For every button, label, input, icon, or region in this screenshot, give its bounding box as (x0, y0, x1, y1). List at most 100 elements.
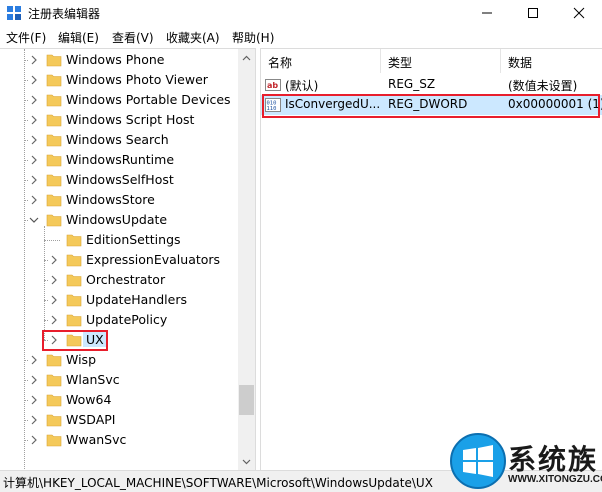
chevron-right-icon[interactable] (48, 254, 60, 266)
tree-item-wsdapi[interactable]: WSDAPI (0, 410, 238, 430)
watermark-brand: 系统族 (508, 443, 599, 476)
key-tree[interactable]: Windows Phone Windows Photo Viewer Windows… (0, 48, 256, 470)
chevron-right-icon[interactable] (28, 434, 40, 446)
tree-item-label: Windows Script Host (66, 112, 195, 127)
tree-item-windows-search[interactable]: Windows Search (0, 130, 238, 150)
folder-icon (46, 192, 62, 208)
chevron-down-icon[interactable] (28, 214, 40, 226)
tree-item-expressionevaluators[interactable]: ExpressionEvaluators (0, 250, 238, 270)
highlight-box-value (262, 94, 600, 118)
tree-item-label: UpdateHandlers (86, 292, 188, 307)
close-button[interactable] (556, 0, 602, 26)
tree-item-label: Wisp (66, 352, 97, 367)
tree-item-windows-phone[interactable]: Windows Phone (0, 50, 238, 70)
tree-item-updatehandlers[interactable]: UpdateHandlers (0, 290, 238, 310)
menu-edit[interactable]: 编辑(E) (58, 29, 99, 46)
menu-favorites[interactable]: 收藏夹(A) (166, 29, 220, 46)
chevron-right-icon[interactable] (28, 354, 40, 366)
scroll-down-icon[interactable] (242, 459, 251, 465)
chevron-right-icon[interactable] (28, 414, 40, 426)
tree-item-label: Windows Photo Viewer (66, 72, 208, 87)
folder-icon (46, 432, 62, 448)
folder-icon (46, 72, 62, 88)
scrollbar-thumb[interactable] (239, 385, 254, 415)
tree-item-wisp[interactable]: Wisp (0, 350, 238, 370)
tree-item-label: WindowsUpdate (66, 212, 168, 227)
chevron-right-icon[interactable] (48, 274, 60, 286)
chevron-right-icon[interactable] (28, 174, 40, 186)
window-title: 注册表编辑器 (28, 7, 101, 21)
string-value-icon: ab (265, 79, 281, 91)
tree-item-windowsstore[interactable]: WindowsStore (0, 190, 238, 210)
chevron-right-icon[interactable] (28, 94, 40, 106)
windows-logo-icon (450, 433, 506, 489)
tree-item-label: EditionSettings (86, 232, 181, 247)
tree-item-label: WwanSvc (66, 432, 127, 447)
chevron-right-icon[interactable] (28, 394, 40, 406)
maximize-icon (528, 8, 538, 18)
folder-icon (46, 112, 62, 128)
title-bar: 注册表编辑器 (0, 0, 602, 26)
maximize-button[interactable] (510, 0, 556, 26)
tree-item-label: Windows Search (66, 132, 169, 147)
tree-item-label: WindowsStore (66, 192, 155, 207)
tree-item-orchestrator[interactable]: Orchestrator (0, 270, 238, 290)
tree-item-windowsruntime[interactable]: WindowsRuntime (0, 150, 238, 170)
chevron-right-icon[interactable] (28, 54, 40, 66)
menu-file[interactable]: 文件(F) (6, 29, 46, 46)
chevron-right-icon[interactable] (48, 294, 60, 306)
tree-item-label: Windows Portable Devices (66, 92, 231, 107)
folder-icon (66, 312, 82, 328)
watermark-url: WWW.XITONGZU.COM (508, 474, 602, 485)
tree-item-wow64[interactable]: Wow64 (0, 390, 238, 410)
tree-scrollbar[interactable] (238, 49, 255, 470)
minimize-button[interactable] (464, 0, 510, 26)
column-name[interactable]: 名称 (261, 49, 381, 73)
tree-item-label: Windows Phone (66, 52, 165, 67)
tree-item-updatepolicy[interactable]: UpdatePolicy (0, 310, 238, 330)
minimize-icon (482, 12, 492, 14)
folder-icon (46, 172, 62, 188)
close-icon (573, 7, 585, 19)
tree-item-label: WindowsRuntime (66, 152, 175, 167)
folder-icon (66, 252, 82, 268)
tree-item-label: WSDAPI (66, 412, 116, 427)
tree-item-label: Wow64 (66, 392, 112, 407)
folder-icon (46, 132, 62, 148)
key-path: 计算机\HKEY_LOCAL_MACHINE\SOFTWARE\Microsof… (3, 476, 433, 490)
tree-item-editionsettings[interactable]: EditionSettings (0, 230, 238, 250)
chevron-right-icon[interactable] (28, 154, 40, 166)
chevron-right-icon[interactable] (28, 134, 40, 146)
chevron-right-icon[interactable] (48, 314, 60, 326)
tree-item-ux[interactable]: UX (0, 330, 238, 350)
folder-icon (66, 292, 82, 308)
chevron-right-icon[interactable] (28, 194, 40, 206)
menu-view[interactable]: 查看(V) (112, 29, 154, 46)
tree-item-windows-script-host[interactable]: Windows Script Host (0, 110, 238, 130)
tree-item-windows-photo-viewer[interactable]: Windows Photo Viewer (0, 70, 238, 90)
tree-item-wwansvc[interactable]: WwanSvc (0, 430, 238, 450)
watermark: 系统族 WWW.XITONGZU.COM (448, 430, 602, 492)
chevron-right-icon[interactable] (28, 74, 40, 86)
tree-item-wlansvc[interactable]: WlanSvc (0, 370, 238, 390)
tree-item-windowsupdate[interactable]: WindowsUpdate (0, 210, 238, 230)
folder-icon (46, 152, 62, 168)
folder-icon (46, 52, 62, 68)
value-name: (默认) (285, 79, 319, 93)
scroll-up-icon[interactable] (242, 55, 251, 61)
column-data[interactable]: 数据 (501, 49, 602, 73)
column-type[interactable]: 类型 (381, 49, 501, 73)
tree-item-label: Orchestrator (86, 272, 166, 287)
value-type: REG_SZ (388, 77, 436, 91)
tree-item-label: ExpressionEvaluators (86, 252, 221, 267)
chevron-right-icon[interactable] (28, 374, 40, 386)
tree-guide-line (44, 240, 60, 241)
folder-icon (66, 272, 82, 288)
folder-icon (46, 392, 62, 408)
chevron-right-icon[interactable] (28, 114, 40, 126)
tree-item-windowsselfhost[interactable]: WindowsSelfHost (0, 170, 238, 190)
value-row-default[interactable]: ab (默认) REG_SZ (数值未设置) (261, 75, 602, 95)
value-data: (数值未设置) (508, 79, 578, 93)
menu-help[interactable]: 帮助(H) (232, 29, 274, 46)
tree-item-windows-portable-devices[interactable]: Windows Portable Devices (0, 90, 238, 110)
